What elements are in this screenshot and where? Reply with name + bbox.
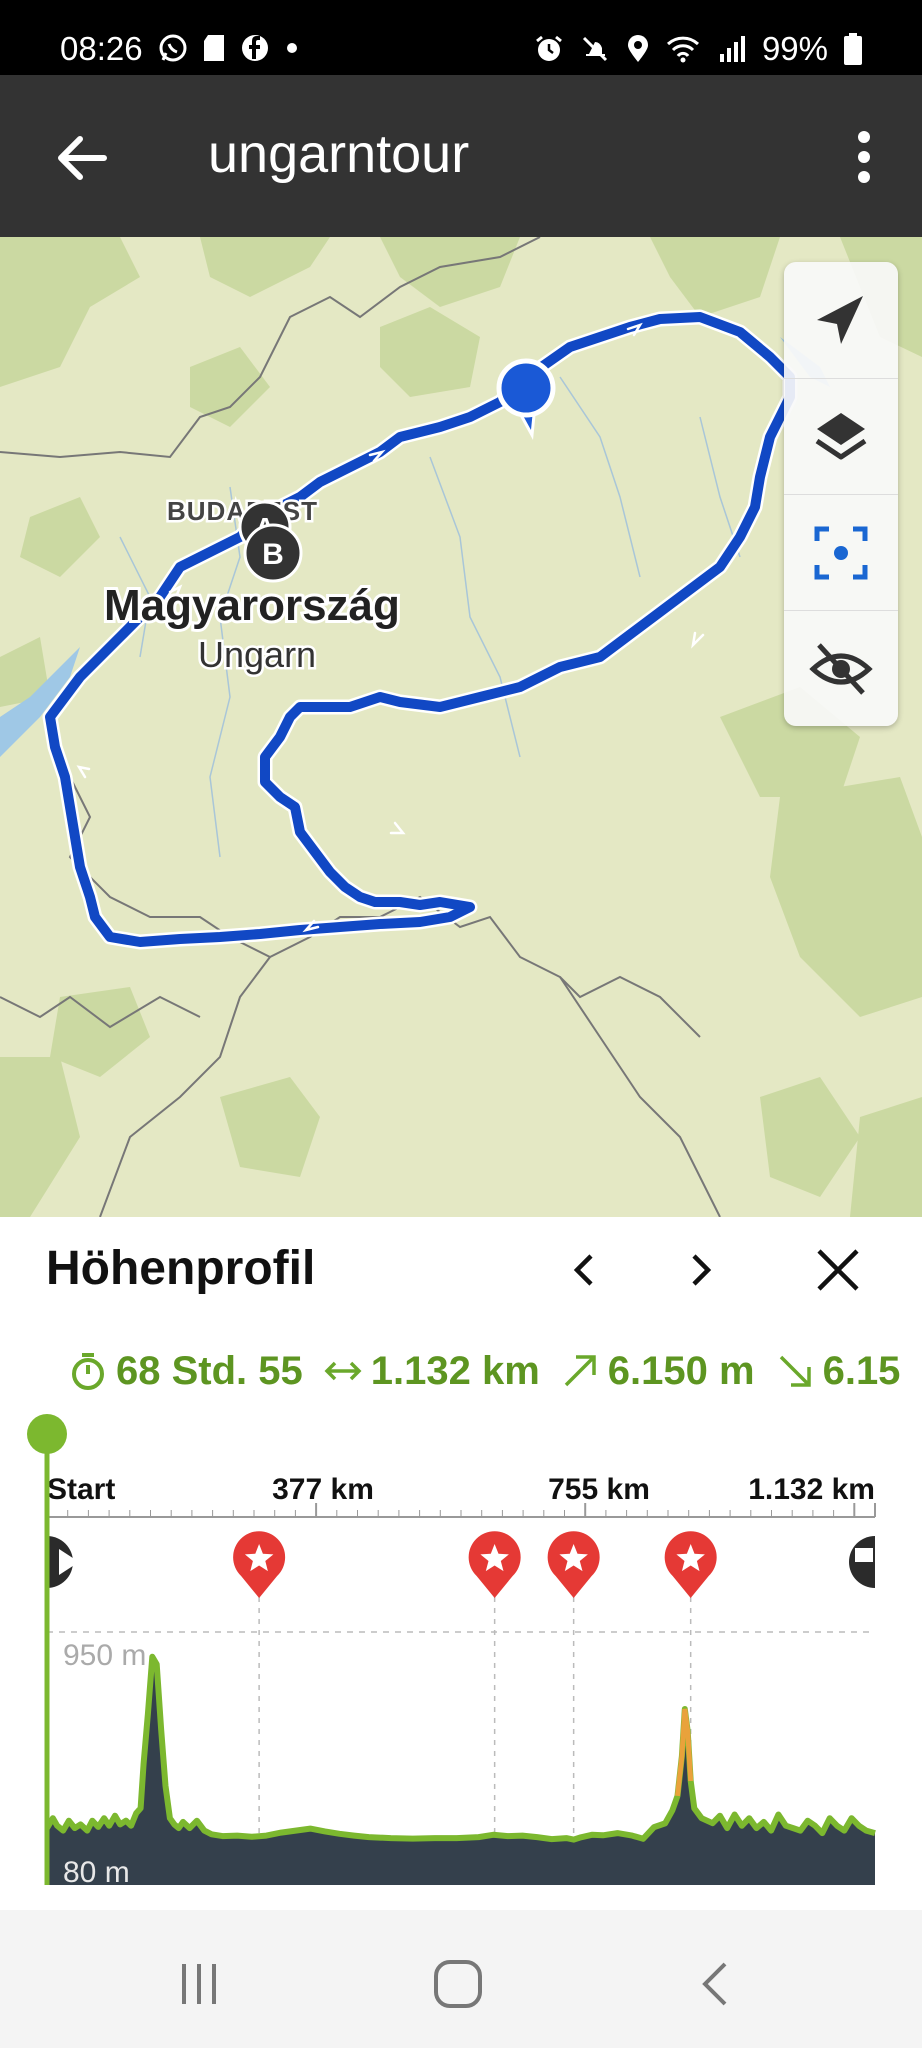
visibility-toggle-button[interactable] [784, 610, 898, 726]
x-tick-label: Start [47, 1473, 115, 1506]
back-button[interactable] [48, 123, 118, 193]
ascent-value: 6.150 m [607, 1348, 755, 1393]
tour-stats: 68 Std. 55 1.132 km 6.150 m 6.15 [68, 1346, 922, 1396]
x-axis: Start 377 km 755 km 1.132 km [46, 1473, 876, 1518]
descent-arrow-icon [779, 1355, 811, 1387]
arrow-left-icon [58, 136, 107, 180]
y-label-max: 950 m [63, 1639, 146, 1672]
country-label: Magyarország [104, 581, 400, 630]
dot-icon [287, 43, 297, 53]
map-controls [784, 262, 898, 726]
recent-apps-icon [182, 1964, 216, 2004]
alarm-icon [536, 35, 562, 61]
panel-title: Höhenprofil [46, 1242, 316, 1295]
descent-value: 6.15 [822, 1348, 901, 1393]
elevation-fill [47, 1656, 875, 1885]
stat-ascent: 6.150 m [560, 1349, 755, 1394]
star-waypoint-marker [664, 1531, 717, 1598]
waypoint-markers [47, 1531, 875, 1598]
x-tick-label: 377 km [272, 1473, 374, 1506]
ascent-arrow-icon [564, 1355, 596, 1387]
cursor-handle [27, 1414, 67, 1454]
navigate-button[interactable] [784, 262, 898, 378]
status-bar: 08:26 99% [0, 0, 922, 75]
recent-apps-button[interactable] [164, 1954, 234, 2014]
close-icon [817, 1249, 859, 1291]
home-button[interactable] [423, 1954, 493, 2014]
stat-descent: 6.15 [775, 1348, 901, 1394]
facebook-icon [242, 35, 268, 61]
x-tick-label: 1.132 km [748, 1473, 875, 1506]
system-back-button[interactable] [681, 1954, 751, 2014]
navigation-arrow-icon [817, 296, 863, 344]
map-view[interactable]: BUDAPEST Magyarország Ungarn A B [0, 237, 922, 1217]
center-focus-icon [814, 526, 868, 579]
page-title: ungarntour [208, 124, 470, 184]
more-vert-icon [858, 131, 870, 183]
elevation-area [44, 1653, 876, 1885]
next-button[interactable] [670, 1240, 730, 1300]
star-waypoint-marker [468, 1531, 521, 1598]
app-bar: ungarntour [0, 75, 922, 237]
y-label-min: 80 m [63, 1856, 130, 1889]
system-nav-bar [0, 1910, 922, 2048]
system-back-icon [702, 1962, 727, 2006]
center-focus-button[interactable] [784, 494, 898, 610]
star-waypoint-marker [547, 1531, 600, 1598]
status-left-icons [158, 33, 300, 63]
distance-icon [324, 1361, 362, 1381]
status-time: 08:26 [60, 30, 143, 67]
marker-b[interactable]: B [243, 523, 303, 583]
star-waypoint-marker [233, 1531, 286, 1598]
country-label-de: Ungarn [198, 634, 316, 675]
duration-value: 68 Std. 55 [116, 1348, 303, 1393]
stat-duration: 68 Std. 55 [68, 1349, 303, 1394]
layers-icon [815, 412, 867, 459]
chevron-left-icon [573, 1254, 593, 1286]
wifi-icon [666, 36, 699, 63]
battery-percent: 99% [761, 30, 828, 67]
elevation-line [44, 1653, 876, 1843]
close-button[interactable] [808, 1240, 868, 1300]
location-icon [627, 35, 648, 62]
stat-distance: 1.132 km [323, 1349, 540, 1394]
chevron-right-icon [692, 1254, 712, 1286]
more-options-button[interactable] [834, 123, 894, 193]
status-right-icons: 99% [534, 30, 862, 68]
timer-icon [72, 1353, 104, 1390]
finish-marker [849, 1536, 875, 1588]
distance-value: 1.132 km [370, 1348, 540, 1393]
layers-button[interactable] [784, 378, 898, 494]
mute-icon [582, 36, 607, 62]
prev-button[interactable] [555, 1240, 615, 1300]
marker-b-label: B [262, 538, 284, 571]
start-marker [47, 1536, 79, 1588]
x-tick-label: 755 km [548, 1473, 650, 1506]
signal-icon [719, 36, 745, 62]
battery-icon [844, 33, 862, 65]
elevation-chart[interactable]: Start 377 km 755 km 1.132 km 950 m 80 m [0, 1410, 922, 1910]
sd-card-icon [204, 35, 224, 61]
whatsapp-icon [159, 34, 187, 62]
home-icon [434, 1960, 482, 2008]
visibility-off-icon [809, 642, 873, 695]
